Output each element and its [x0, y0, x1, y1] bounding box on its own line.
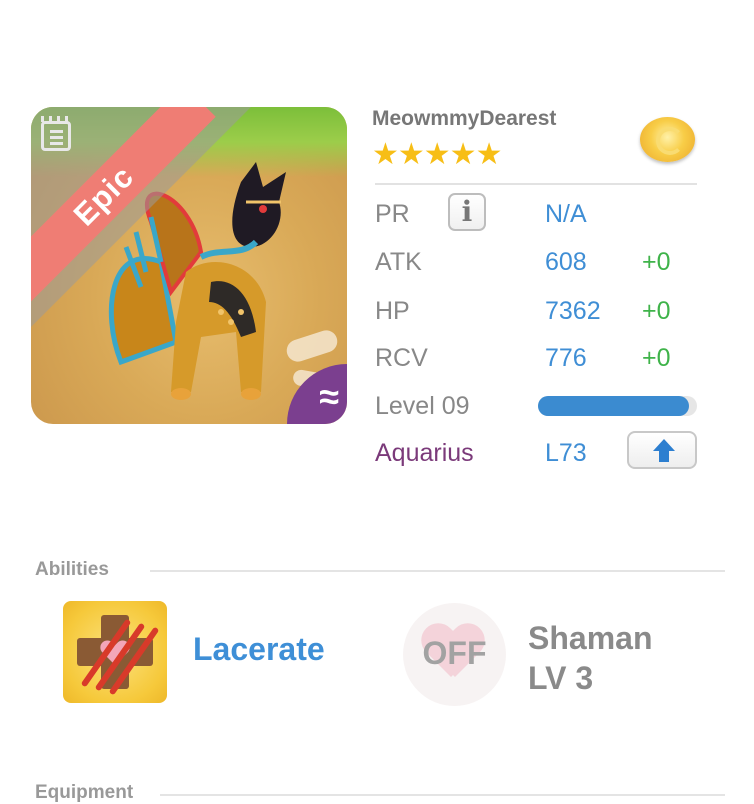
pet-card[interactable]: Epic ≈ [31, 107, 347, 424]
equipment-section-title: Equipment [35, 782, 134, 803]
rcv-bonus: +0 [642, 344, 671, 372]
level-label: Level 09 [375, 392, 470, 420]
zodiac-sign-label: Aquarius [375, 439, 474, 467]
abilities-section-title: Abilities [35, 559, 109, 580]
hp-bonus: +0 [642, 297, 671, 325]
heart-claw-icon[interactable]: OFF [403, 603, 506, 706]
pet-name: MeowmmyDearest [372, 107, 557, 130]
level-progress-bar [538, 396, 697, 416]
pr-label: PR [375, 200, 410, 228]
notes-icon[interactable] [41, 116, 71, 151]
ability-level: LV 3 [528, 660, 594, 696]
upgrade-button[interactable] [627, 431, 697, 469]
lacerate-icon[interactable] [63, 601, 167, 703]
ability-name-line1: Shaman [528, 620, 653, 656]
zodiac-level: L73 [545, 439, 587, 467]
ability-name-lacerate[interactable]: Lacerate [193, 631, 325, 668]
rcv-label: RCV [375, 344, 428, 372]
section-divider [160, 794, 725, 796]
water-element-icon: ≈ [319, 376, 339, 417]
hp-label: HP [375, 297, 410, 325]
ability-status: OFF [422, 635, 487, 671]
star-rating: ★★★★★ [372, 138, 502, 171]
cloud-coin-icon[interactable] [640, 117, 695, 162]
rcv-value: 776 [545, 344, 587, 372]
atk-bonus: +0 [642, 248, 671, 276]
pr-value: N/A [545, 200, 587, 228]
atk-label: ATK [375, 248, 422, 276]
atk-value: 608 [545, 248, 587, 276]
divider [375, 183, 697, 185]
hp-value: 7362 [545, 297, 601, 325]
ability-name-shaman[interactable]: Shaman LV 3 [528, 618, 652, 698]
info-button[interactable]: i [448, 193, 486, 231]
section-divider [150, 570, 725, 572]
level-progress-fill [538, 396, 690, 416]
